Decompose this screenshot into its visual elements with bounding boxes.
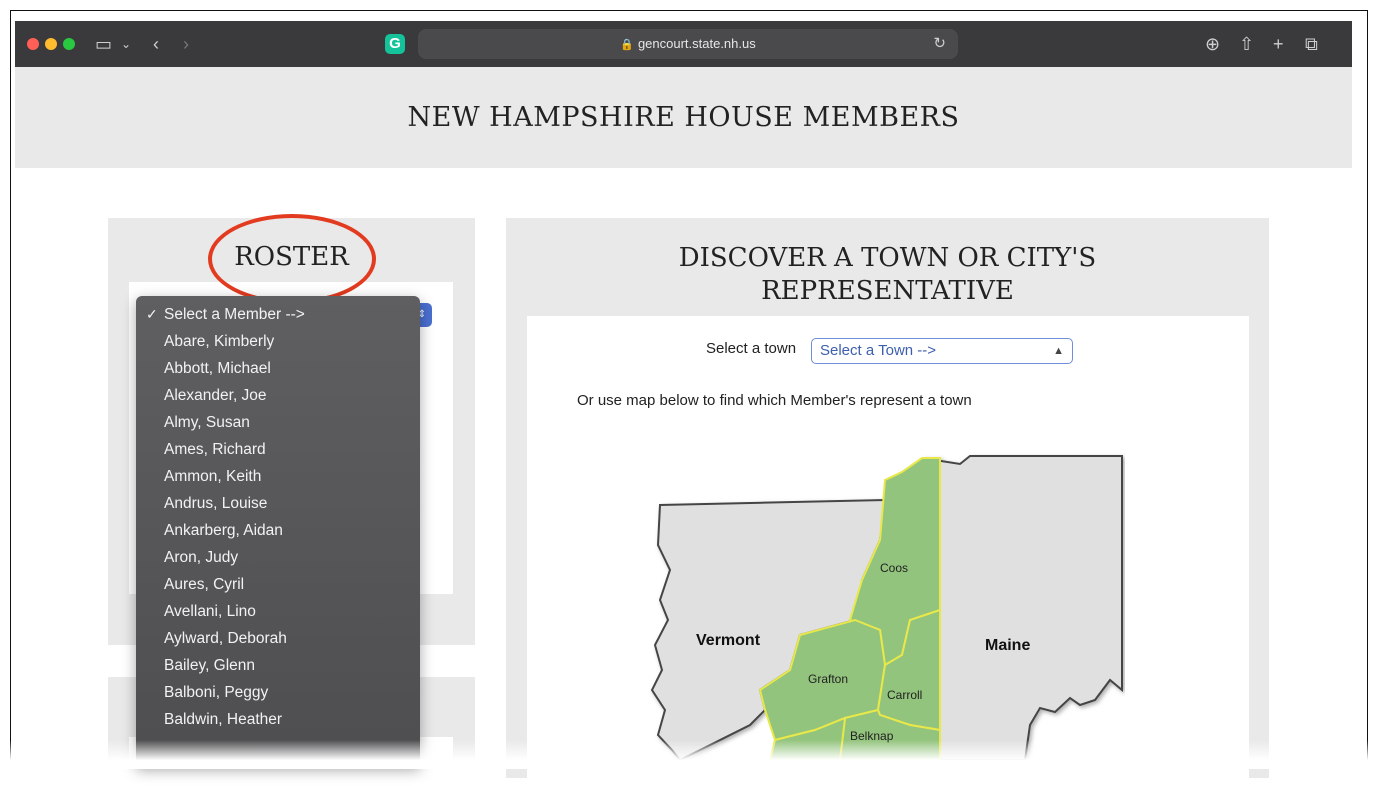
member-option[interactable]: Abare, Kimberly <box>136 328 420 355</box>
member-option[interactable]: Aures, Cyril <box>136 571 420 598</box>
member-option[interactable]: Avellani, Lino <box>136 598 420 625</box>
grafton-label[interactable]: Grafton <box>808 672 848 686</box>
member-option[interactable]: Balboni, Peggy <box>136 679 420 706</box>
vermont-label: Vermont <box>696 632 761 649</box>
maximize-window-button[interactable] <box>63 38 75 50</box>
member-option[interactable]: Bailey, Glenn <box>136 652 420 679</box>
member-option[interactable]: Baldwin, Heather <box>136 706 420 733</box>
grammarly-icon[interactable]: G <box>385 34 405 54</box>
town-select[interactable]: Select a Town --> ▲ <box>811 338 1073 364</box>
member-option[interactable]: Abbott, Michael <box>136 355 420 382</box>
close-window-button[interactable] <box>27 38 39 50</box>
nh-map[interactable]: Vermont Maine Coos Grafton Carroll Belkn… <box>640 450 1125 762</box>
member-option-label: Select a Member --> <box>164 306 305 323</box>
coos-label[interactable]: Coos <box>880 561 908 575</box>
page-title: NEW HAMPSHIRE HOUSE MEMBERS <box>407 102 960 133</box>
member-option[interactable]: Almy, Susan <box>136 409 420 436</box>
map-instructions: Or use map below to find which Member's … <box>577 392 972 409</box>
minimize-window-button[interactable] <box>45 38 57 50</box>
member-option[interactable]: Aylward, Deborah <box>136 625 420 652</box>
maine-label: Maine <box>985 637 1031 654</box>
bottom-fade <box>0 740 1376 769</box>
share-icon[interactable]: ⇧ <box>1239 32 1254 56</box>
carroll-label[interactable]: Carroll <box>887 688 922 702</box>
discover-heading-line1: DISCOVER A TOWN OR CITY'S <box>678 243 1097 273</box>
town-select-value: Select a Town --> <box>820 342 937 359</box>
reload-icon[interactable]: ↻ <box>933 29 946 59</box>
member-option[interactable]: Aron, Judy <box>136 544 420 571</box>
member-option-selected[interactable]: ✓ Select a Member --> <box>136 301 420 328</box>
chevron-down-icon[interactable]: ⌄ <box>121 32 131 56</box>
member-option[interactable]: Andrus, Louise <box>136 490 420 517</box>
sidebar-icon[interactable]: ▭ <box>95 32 112 56</box>
nh-map-svg <box>650 455 1123 762</box>
member-option[interactable]: Ammon, Keith <box>136 463 420 490</box>
select-arrows-icon: ▲ <box>1053 345 1064 357</box>
forward-icon[interactable]: › <box>183 32 189 56</box>
member-dropdown-list[interactable]: ✓ Select a Member --> Abare, Kimberly Abb… <box>136 296 420 766</box>
browser-toolbar: ▭ ⌄ ‹ › G 🔒 gencourt.state.nh.us ↻ ⊕ ⇧ + … <box>15 21 1352 67</box>
address-bar[interactable]: 🔒 gencourt.state.nh.us ↻ <box>418 29 958 59</box>
maine-region <box>921 455 1123 761</box>
download-icon[interactable]: ⊕ <box>1205 32 1220 56</box>
member-option[interactable]: Alexander, Joe <box>136 382 420 409</box>
url-text: gencourt.state.nh.us <box>637 36 756 51</box>
discover-heading-line2: REPRESENTATIVE <box>761 276 1014 306</box>
member-option[interactable]: Ames, Richard <box>136 436 420 463</box>
back-icon[interactable]: ‹ <box>153 32 159 56</box>
lock-icon: 🔒 <box>620 39 634 51</box>
checkmark-icon: ✓ <box>146 306 158 322</box>
new-tab-icon[interactable]: + <box>1273 32 1284 56</box>
discover-heading: DISCOVER A TOWN OR CITY'S REPRESENTATIVE <box>506 242 1269 308</box>
tabs-icon[interactable]: ⧉ <box>1305 32 1318 56</box>
page-banner: NEW HAMPSHIRE HOUSE MEMBERS <box>15 67 1352 168</box>
member-option[interactable]: Ankarberg, Aidan <box>136 517 420 544</box>
highlight-annotation <box>208 214 376 304</box>
town-select-label: Select a town <box>706 340 797 357</box>
